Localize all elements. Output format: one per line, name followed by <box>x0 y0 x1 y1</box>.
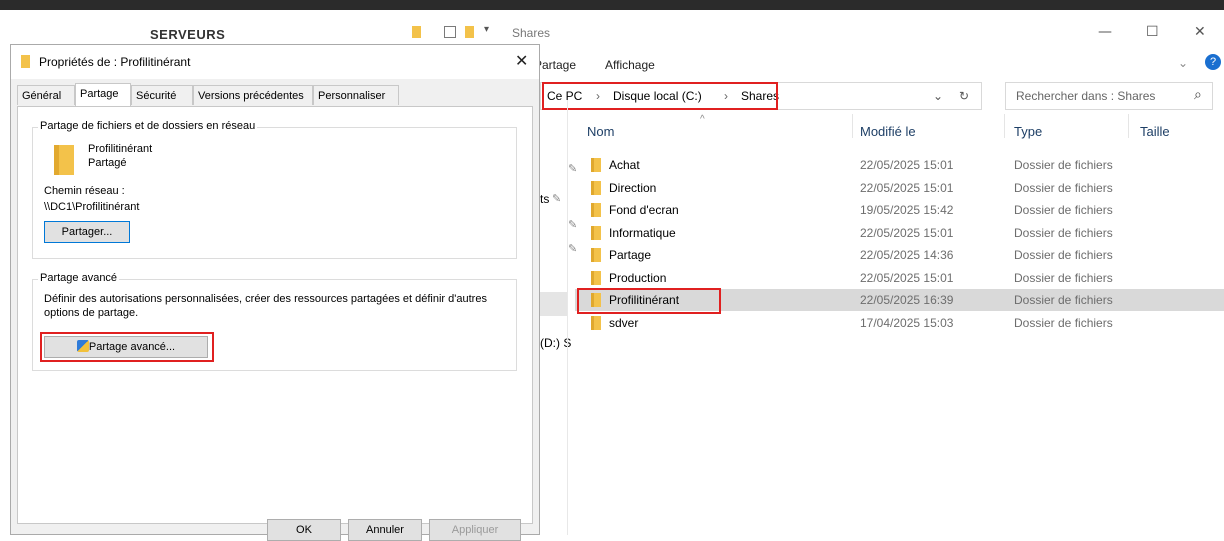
file-row[interactable]: sdver 17/04/2025 15:03 Dossier de fichie… <box>575 312 1224 334</box>
folder-icon <box>21 55 30 68</box>
file-modified: 22/05/2025 15:01 <box>860 181 954 195</box>
close-button[interactable]: ✕ <box>1194 24 1206 40</box>
file-modified: 22/05/2025 14:36 <box>860 248 954 262</box>
ribbon-tab-affichage[interactable]: Affichage <box>605 58 655 72</box>
file-name: Achat <box>609 158 640 172</box>
file-type: Dossier de fichiers <box>1014 181 1113 195</box>
folder-icon <box>412 26 421 38</box>
ribbon-expand-icon[interactable]: ⌄ <box>1178 56 1188 70</box>
highlight-advanced-button <box>40 332 214 362</box>
file-row[interactable]: Direction 22/05/2025 15:01 Dossier de fi… <box>575 177 1224 199</box>
file-type: Dossier de fichiers <box>1014 293 1113 307</box>
column-header-modified[interactable]: Modifié le <box>860 124 916 139</box>
column-separator[interactable] <box>852 114 853 138</box>
search-icon[interactable]: ⌕ <box>1194 87 1202 103</box>
column-header-name[interactable]: Nom <box>587 124 614 139</box>
dialog-close-button[interactable]: ✕ <box>515 51 528 70</box>
file-type: Dossier de fichiers <box>1014 226 1113 240</box>
file-row[interactable]: Achat 22/05/2025 15:01 Dossier de fichie… <box>575 154 1224 176</box>
folder-icon <box>591 158 601 172</box>
shared-folder-name: Profilitinérant <box>88 143 153 155</box>
dialog-title: Propriétés de : Profilitinérant <box>39 55 191 69</box>
apply-button[interactable]: Appliquer <box>429 519 521 541</box>
top-dark-bar <box>0 0 1224 10</box>
file-type: Dossier de fichiers <box>1014 248 1113 262</box>
nav-item-selected[interactable] <box>540 292 568 316</box>
file-row[interactable]: Informatique 22/05/2025 15:01 Dossier de… <box>575 222 1224 244</box>
tab-partage[interactable]: Partage <box>75 83 131 107</box>
file-modified: 22/05/2025 15:01 <box>860 271 954 285</box>
refresh-icon[interactable]: ↻ <box>959 89 969 103</box>
folder-icon <box>591 316 601 330</box>
folder-icon <box>591 248 601 262</box>
tab-securite[interactable]: Sécurité <box>131 85 193 105</box>
quick-access-dropdown-icon[interactable]: ▾ <box>484 24 489 35</box>
file-row[interactable]: Production 22/05/2025 15:01 Dossier de f… <box>575 267 1224 289</box>
file-modified: 17/04/2025 15:03 <box>860 316 954 330</box>
tab-personnaliser[interactable]: Personnaliser <box>313 85 399 105</box>
folder-icon <box>591 271 601 285</box>
file-name: Informatique <box>609 226 676 240</box>
window-title: Shares <box>512 26 551 40</box>
file-type: Dossier de fichiers <box>1014 158 1113 172</box>
highlight-address-path <box>542 82 778 110</box>
file-type: Dossier de fichiers <box>1014 203 1113 217</box>
ok-button[interactable]: OK <box>267 519 341 541</box>
properties-dialog: Propriétés de : Profilitinérant ✕ Généra… <box>10 44 540 541</box>
file-name: sdver <box>609 316 639 330</box>
file-type: Dossier de fichiers <box>1014 316 1113 330</box>
folder-icon <box>591 181 601 195</box>
tab-panel-partage: Partage de fichiers et de dossiers en ré… <box>17 106 533 524</box>
share-button[interactable]: Partager... <box>44 221 130 243</box>
advanced-sharing-label: Partage avancé <box>38 272 120 284</box>
file-name: Direction <box>609 181 657 195</box>
file-modified: 19/05/2025 15:42 <box>860 203 954 217</box>
file-row[interactable]: Fond d'ecran 19/05/2025 15:42 Dossier de… <box>575 199 1224 221</box>
file-modified: 22/05/2025 15:01 <box>860 158 954 172</box>
network-path-value: \\DC1\Profilitinérant <box>44 201 140 213</box>
share-status: Partagé <box>88 157 127 169</box>
tab-general[interactable]: Général <box>17 85 75 105</box>
folder-icon <box>591 203 601 217</box>
highlight-selected-folder <box>577 288 721 314</box>
folder-icon <box>54 145 74 175</box>
column-separator[interactable] <box>1004 114 1005 138</box>
network-sharing-label: Partage de fichiers et de dossiers en ré… <box>38 120 258 132</box>
nav-item-fragment[interactable]: ts <box>540 192 549 206</box>
network-path-label: Chemin réseau : <box>44 185 125 197</box>
file-modified: 22/05/2025 16:39 <box>860 293 954 307</box>
folder-icon <box>591 226 601 240</box>
advanced-sharing-description-2: options de partage. <box>44 307 139 319</box>
help-icon[interactable]: ? <box>1205 54 1221 70</box>
background-window-title: SERVEURS <box>150 27 226 42</box>
sort-arrow-icon: ^ <box>700 114 705 125</box>
checkbox-icon[interactable] <box>444 26 456 38</box>
maximize-button[interactable]: ☐ <box>1146 24 1159 40</box>
tab-versions-precedentes[interactable]: Versions précédentes <box>193 85 313 105</box>
file-type: Dossier de fichiers <box>1014 271 1113 285</box>
column-separator[interactable] <box>1128 114 1129 138</box>
column-header-size[interactable]: Taille <box>1140 124 1170 139</box>
folder-icon <box>465 26 474 38</box>
file-modified: 22/05/2025 15:01 <box>860 226 954 240</box>
ribbon-tab-partage[interactable]: Partage <box>534 58 576 72</box>
pin-icon: ✎ <box>552 193 562 205</box>
search-input[interactable]: Rechercher dans : Shares ⌕ <box>1005 82 1213 110</box>
address-dropdown-icon[interactable]: ⌄ <box>933 89 943 103</box>
file-name: Production <box>609 271 667 285</box>
advanced-sharing-description: Définir des autorisations personnalisées… <box>44 293 487 305</box>
nav-pane-divider <box>567 100 568 535</box>
file-name: Fond d'ecran <box>609 203 679 217</box>
column-header-type[interactable]: Type <box>1014 124 1042 139</box>
cancel-button[interactable]: Annuler <box>348 519 422 541</box>
file-name: Partage <box>609 248 652 262</box>
minimize-button[interactable]: — <box>1098 24 1112 40</box>
file-row[interactable]: Partage 22/05/2025 14:36 Dossier de fich… <box>575 244 1224 266</box>
search-placeholder: Rechercher dans : Shares <box>1016 89 1156 103</box>
dialog-titlebar: Propriétés de : Profilitinérant ✕ <box>11 45 539 79</box>
